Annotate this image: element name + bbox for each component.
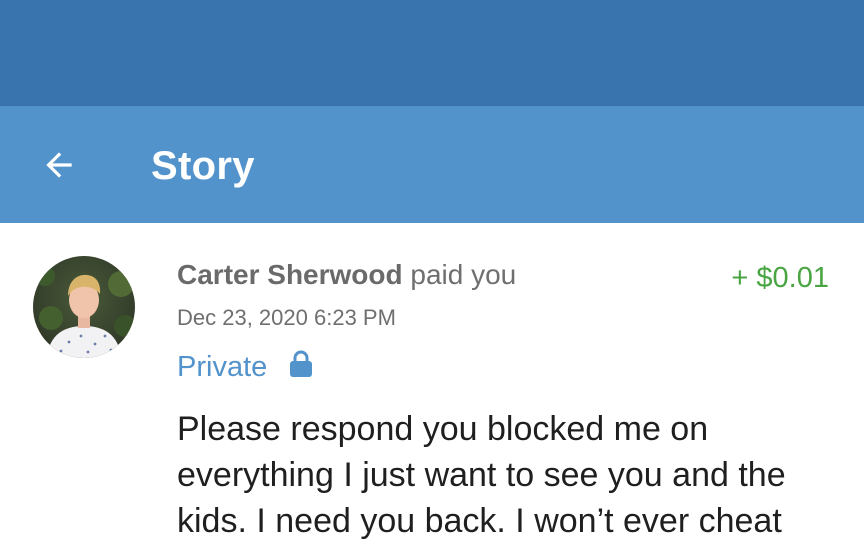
status-bar <box>0 0 864 106</box>
payment-amount: + $0.01 <box>731 262 829 294</box>
page-title: Story <box>151 144 255 188</box>
privacy-label: Private <box>177 351 268 383</box>
story-header: Carter Sherwood paid you <box>177 257 516 293</box>
story-message: Please respond you blocked me on everyth… <box>177 410 786 540</box>
privacy-indicator[interactable]: Private <box>177 349 313 385</box>
avatar[interactable] <box>33 256 135 358</box>
avatar-image <box>33 256 135 358</box>
sender-name[interactable]: Carter Sherwood <box>177 259 403 290</box>
back-button[interactable] <box>28 134 90 196</box>
app-bar: Story <box>0 106 864 223</box>
lock-icon <box>289 350 313 378</box>
action-text: paid you <box>402 259 517 290</box>
story-detail: Carter Sherwood paid you + $0.01 Dec 23,… <box>0 223 864 540</box>
arrow-left-icon <box>46 152 72 178</box>
timestamp: Dec 23, 2020 6:23 PM <box>177 305 396 330</box>
